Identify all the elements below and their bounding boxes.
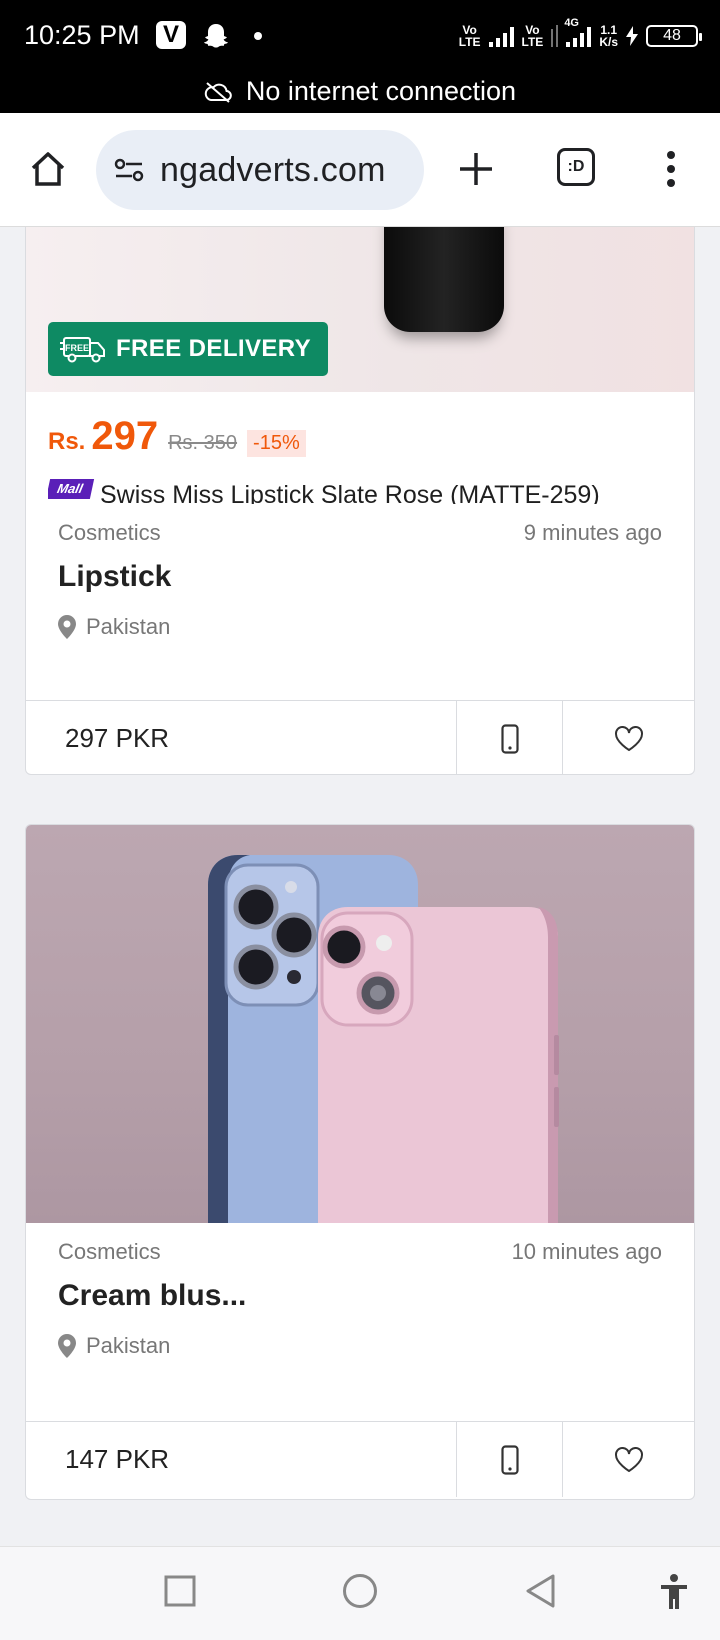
listing-card[interactable]: FREE FREE DELIVERY Rs. 297 Rs. 350 -15% … [25,227,695,775]
listings-feed[interactable]: FREE FREE DELIVERY Rs. 297 Rs. 350 -15% … [0,227,720,1546]
call-button[interactable] [457,1422,563,1497]
location-pin-icon [58,615,76,639]
listing-meta: Cosmetics 9 minutes ago [58,520,662,546]
favorite-button[interactable] [563,1422,694,1497]
back-icon[interactable] [524,1573,556,1609]
mall-tag: Mall [48,479,95,499]
listing-price: 147 PKR [26,1422,457,1497]
charging-icon [626,26,638,46]
more-menu-icon[interactable] [664,149,678,189]
promo-price-strip: Rs. 297 Rs. 350 -15% Mall Swiss Miss Lip… [26,392,694,512]
phones-photo [208,855,559,1223]
listing-price: 297 PKR [26,701,457,774]
listing-location: Pakistan [58,614,170,640]
lipstick-image [384,227,504,332]
tab-switcher-button[interactable]: :D [557,148,595,186]
listing-footer: 297 PKR [26,700,694,774]
site-settings-icon[interactable] [112,155,146,185]
status-bar: 10:25 PM V Vo LTE Vo LTE 4G 1.1 K/s 48 N… [0,0,720,113]
free-small-label: FREE [65,343,89,353]
price-currency: Rs. [48,428,86,455]
location-pin-icon [58,1334,76,1358]
free-delivery-label: FREE DELIVERY [116,335,312,362]
listing-time: 9 minutes ago [523,520,662,545]
listing-title[interactable]: Lipstick [58,560,171,594]
recents-icon[interactable] [164,1575,196,1607]
listing-image[interactable] [26,825,694,1223]
promo-product-title: Swiss Miss Lipstick Slate Rose (MATTE-25… [100,480,600,505]
phone-icon [500,1444,519,1475]
snapchat-icon [204,24,228,48]
call-button[interactable] [457,701,563,774]
listing-title[interactable]: Cream blus... [58,1279,246,1313]
no-internet-banner: No internet connection [0,76,720,107]
system-nav-bar [0,1546,720,1640]
old-price: Rs. 350 [168,432,238,454]
v-app-icon: V [156,21,186,49]
listing-footer: 147 PKR [26,1421,694,1497]
signal-1-icon [488,25,514,47]
home-nav-icon[interactable] [342,1573,378,1609]
browser-toolbar: ngadverts.com :D [0,113,720,227]
promo-price: 297 [91,414,159,458]
address-bar[interactable]: ngadverts.com [96,130,424,210]
listing-time: 10 minutes ago [511,1239,662,1264]
new-tab-icon[interactable] [456,149,496,189]
free-delivery-badge: FREE FREE DELIVERY [48,322,328,376]
listing-category: Cosmetics [58,1239,161,1264]
favorite-button[interactable] [563,701,694,774]
discount-badge: -15% [247,430,306,457]
phone-icon [500,723,519,754]
accessibility-icon[interactable] [658,1573,690,1611]
notification-dot [254,32,262,40]
listing-image[interactable]: FREE FREE DELIVERY [26,227,694,392]
listing-meta: Cosmetics 10 minutes ago [58,1239,662,1265]
promo-price-row: Rs. 297 Rs. 350 -15% [48,414,306,459]
volte-2-label: Vo LTE [521,23,544,49]
delivery-truck-icon: FREE [60,337,105,363]
listing-location: Pakistan [58,1333,170,1359]
signal-2-icon: 4G [564,17,592,47]
heart-icon [615,1446,643,1472]
listing-card[interactable]: Cosmetics 10 minutes ago Cream blus... P… [25,824,695,1500]
data-speed: 1.1 K/s [599,23,618,49]
data-arrows-icon [551,25,559,47]
battery-icon: 48 [646,25,702,47]
cloud-off-icon [204,82,232,103]
volte-1-label: Vo LTE [458,23,481,49]
heart-icon [615,725,643,751]
status-time: 10:25 PM [24,20,140,50]
home-icon[interactable] [28,149,68,189]
url-text[interactable]: ngadverts.com [160,151,386,190]
listing-category: Cosmetics [58,520,161,545]
status-icons: Vo LTE Vo LTE 4G 1.1 K/s 48 [458,17,702,52]
promo-product-row: Mall Swiss Miss Lipstick Slate Rose (MAT… [48,474,688,504]
